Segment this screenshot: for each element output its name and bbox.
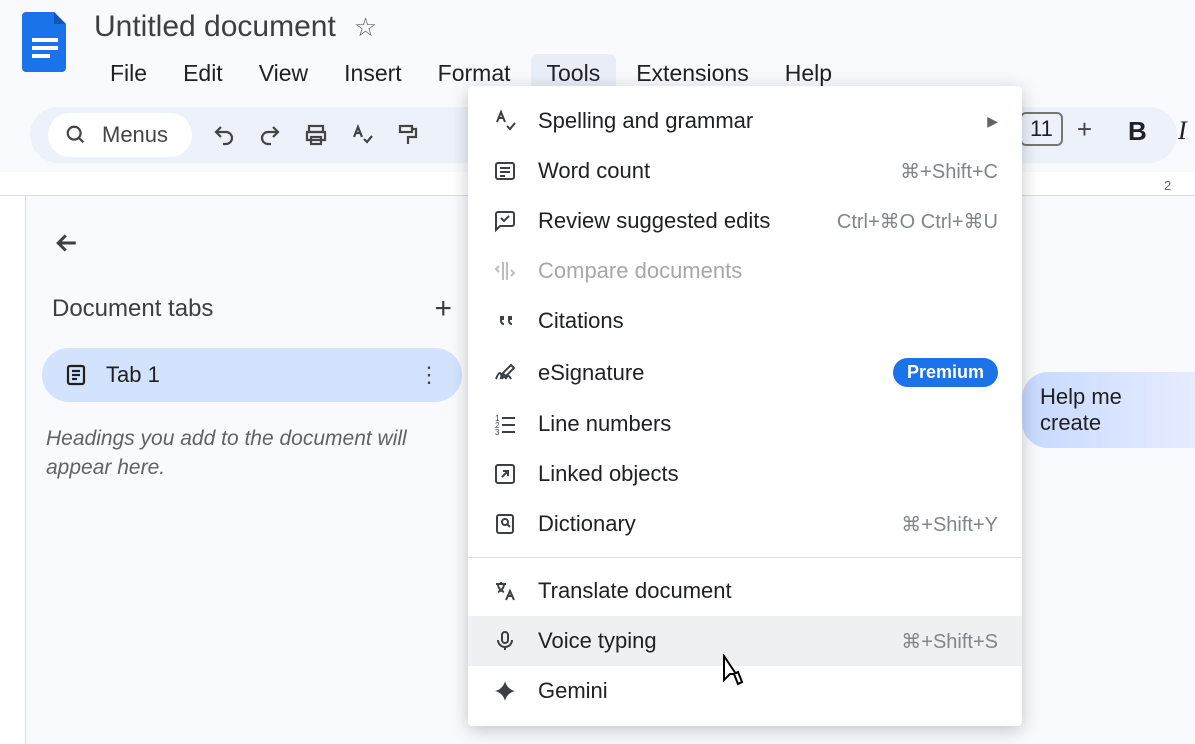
- citations-icon: [492, 308, 518, 334]
- wordcount-icon: [492, 158, 518, 184]
- tools-item-voice[interactable]: Voice typing ⌘+Shift+S: [468, 616, 1022, 666]
- menu-edit[interactable]: Edit: [167, 54, 239, 93]
- shortcut-label: Ctrl+⌘O Ctrl+⌘U: [837, 209, 998, 234]
- tools-item-label: Line numbers: [538, 411, 671, 437]
- ruler-tick: 2: [1164, 178, 1171, 193]
- spellcheck-icon[interactable]: [348, 121, 376, 149]
- menu-file[interactable]: File: [94, 54, 163, 93]
- tools-item-label: Compare documents: [538, 258, 742, 284]
- linenum-icon: 123: [492, 411, 518, 437]
- translate-icon: [492, 578, 518, 604]
- menu-view[interactable]: View: [243, 54, 324, 93]
- tools-item-label: Citations: [538, 308, 624, 334]
- print-icon[interactable]: [302, 121, 330, 149]
- menus-search[interactable]: Menus: [48, 113, 192, 157]
- review-icon: [492, 208, 518, 234]
- tab-more-icon[interactable]: ⋮: [418, 362, 440, 388]
- tools-item-wordcount[interactable]: Word count ⌘+Shift+C: [468, 146, 1022, 196]
- docs-logo-icon[interactable]: [20, 10, 72, 74]
- paint-format-icon[interactable]: [394, 121, 422, 149]
- font-size-input[interactable]: 11: [1020, 112, 1063, 146]
- shortcut-label: ⌘+Shift+C: [900, 159, 998, 184]
- tools-item-citations[interactable]: Citations: [468, 296, 1022, 346]
- menus-label: Menus: [102, 122, 168, 148]
- compare-icon: [492, 258, 518, 284]
- tools-item-compare: Compare documents: [468, 246, 1022, 296]
- star-icon[interactable]: ☆: [354, 12, 377, 43]
- tools-item-linked[interactable]: Linked objects: [468, 449, 1022, 499]
- tab-icon: [64, 363, 88, 387]
- vertical-ruler: [0, 196, 26, 744]
- gemini-icon: [492, 678, 518, 704]
- menu-divider: [468, 557, 1022, 558]
- undo-icon[interactable]: [210, 121, 238, 149]
- tab-item[interactable]: Tab 1 ⋮: [42, 348, 462, 402]
- submenu-arrow-icon: ▶: [987, 113, 998, 130]
- linked-icon: [492, 461, 518, 487]
- tools-item-label: Spelling and grammar: [538, 108, 753, 134]
- tools-item-review[interactable]: Review suggested edits Ctrl+⌘O Ctrl+⌘U: [468, 196, 1022, 246]
- tools-item-label: Voice typing: [538, 628, 657, 654]
- tools-item-gemini[interactable]: Gemini: [468, 666, 1022, 716]
- tools-item-linenum[interactable]: 123 Line numbers: [468, 399, 1022, 449]
- help-me-create-button[interactable]: Help me create: [1022, 372, 1195, 448]
- font-size-increase[interactable]: +: [1077, 114, 1092, 145]
- premium-badge: Premium: [893, 358, 998, 387]
- shortcut-label: ⌘+Shift+Y: [901, 512, 998, 537]
- spellcheck-icon: [492, 108, 518, 134]
- voice-icon: [492, 628, 518, 654]
- document-title[interactable]: Untitled document: [94, 10, 336, 44]
- svg-text:3: 3: [495, 428, 500, 436]
- redo-icon[interactable]: [256, 121, 284, 149]
- headings-hint: Headings you add to the document will ap…: [42, 424, 462, 483]
- tools-item-label: Gemini: [538, 678, 608, 704]
- tools-item-label: Translate document: [538, 578, 732, 604]
- tools-item-label: Dictionary: [538, 511, 636, 537]
- document-tabs-label: Document tabs: [52, 295, 213, 323]
- tools-item-translate[interactable]: Translate document: [468, 566, 1022, 616]
- italic-button[interactable]: I: [1178, 116, 1187, 146]
- add-tab-button[interactable]: +: [434, 292, 452, 326]
- tools-item-esign[interactable]: eSignature Premium: [468, 346, 1022, 399]
- tab-label: Tab 1: [106, 362, 160, 388]
- esign-icon: [492, 360, 518, 386]
- search-icon: [62, 121, 90, 149]
- menu-insert[interactable]: Insert: [328, 54, 418, 93]
- tools-item-label: eSignature: [538, 360, 644, 386]
- tools-item-label: Word count: [538, 158, 650, 184]
- tools-dropdown: Spelling and grammar ▶ Word count ⌘+Shift+C…: [468, 86, 1022, 726]
- tools-item-label: Linked objects: [538, 461, 679, 487]
- tools-item-spellcheck[interactable]: Spelling and grammar ▶: [468, 96, 1022, 146]
- shortcut-label: ⌘+Shift+S: [901, 629, 998, 654]
- back-arrow-icon[interactable]: [52, 228, 462, 258]
- tools-item-label: Review suggested edits: [538, 208, 770, 234]
- bold-button[interactable]: B: [1128, 116, 1147, 147]
- dictionary-icon: [492, 511, 518, 537]
- tools-item-dictionary[interactable]: Dictionary ⌘+Shift+Y: [468, 499, 1022, 549]
